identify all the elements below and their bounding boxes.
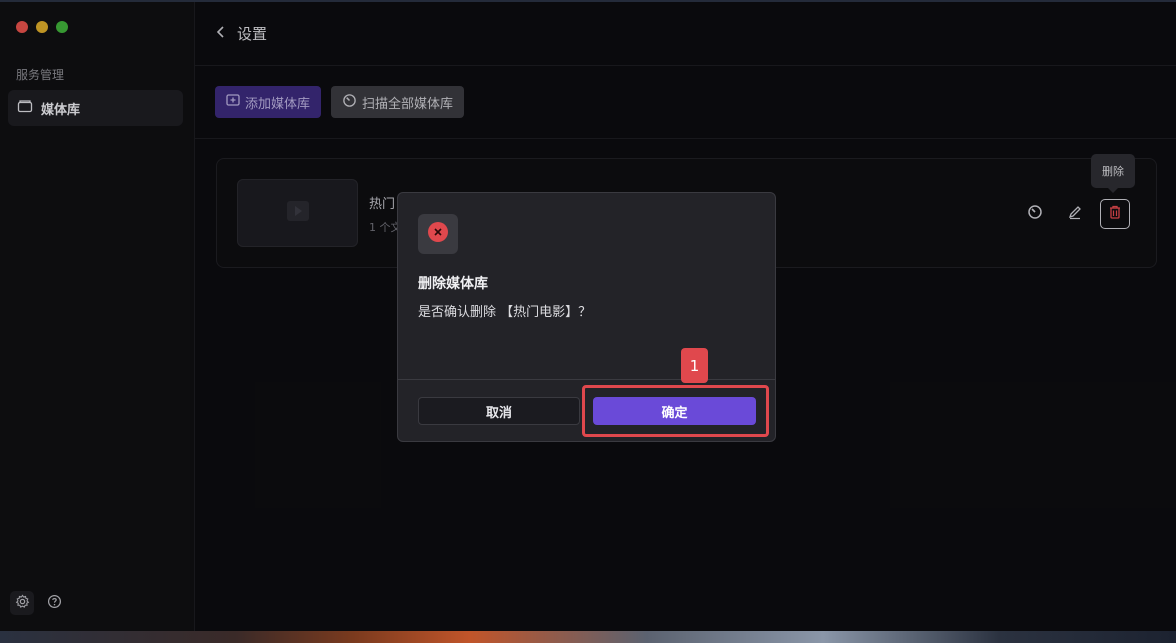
cancel-button[interactable]: 取消	[418, 397, 580, 425]
error-icon	[427, 221, 449, 247]
dialog-icon-container	[418, 214, 458, 254]
highlight-box	[582, 385, 769, 437]
dialog-title: 删除媒体库	[418, 276, 488, 292]
desktop-wallpaper-strip	[0, 631, 1176, 643]
step-marker: 1	[681, 348, 708, 383]
dialog-message: 是否确认删除 【热门电影】？	[418, 305, 592, 320]
